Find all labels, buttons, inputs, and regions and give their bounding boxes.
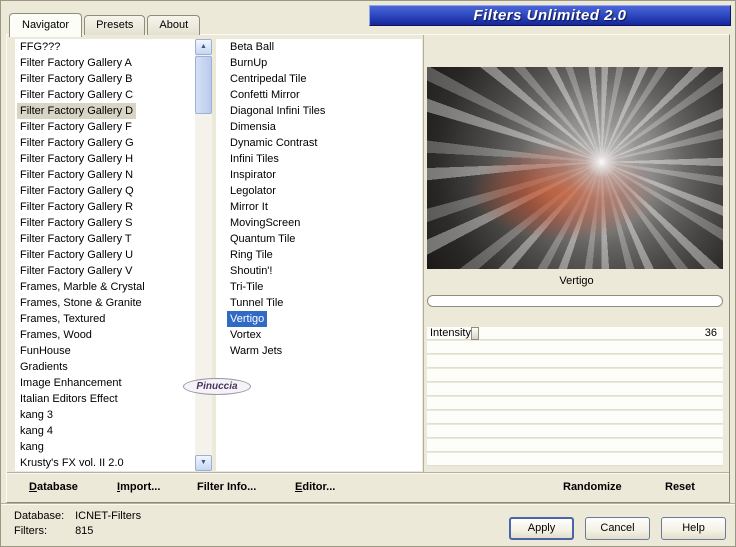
- list-item[interactable]: Inspirator: [227, 167, 279, 183]
- tab-presets[interactable]: Presets: [84, 15, 146, 35]
- slider-value: 36: [704, 327, 717, 339]
- list-item[interactable]: Warm Jets: [227, 343, 285, 359]
- bottom-toolbar: Database Import... Filter Info... Editor…: [7, 472, 729, 502]
- progress-bar: [427, 295, 723, 307]
- watermark: Pinuccia: [183, 378, 251, 395]
- list-item[interactable]: Filter Factory Gallery B: [17, 71, 135, 87]
- list-item[interactable]: Vortex: [227, 327, 264, 343]
- list-item[interactable]: Centripedal Tile: [227, 71, 309, 87]
- list-item[interactable]: Filter Factory Gallery C: [17, 87, 136, 103]
- list-item[interactable]: Filter Factory Gallery S: [17, 215, 135, 231]
- database-status-value: ICNET-Filters: [75, 510, 142, 522]
- empty-slider-row: [427, 397, 723, 410]
- preview-panel: Vertigo Intensity 36: [426, 39, 727, 471]
- scrollbar-thumb[interactable]: [195, 56, 212, 114]
- help-button[interactable]: Help: [661, 517, 726, 540]
- list-item[interactable]: Filter Factory Gallery V: [17, 263, 135, 279]
- list-item[interactable]: Filter Factory Gallery A: [17, 55, 135, 71]
- list-item[interactable]: Ring Tile: [227, 247, 276, 263]
- selected-filter-name: Vertigo: [559, 275, 594, 287]
- category-list: FFG??? Filter Factory Gallery A Filter Fac…: [15, 39, 195, 471]
- slider-thumb[interactable]: [471, 327, 480, 340]
- list-item[interactable]: Filter Factory Gallery N: [17, 167, 136, 183]
- list-item[interactable]: FFG???: [17, 39, 63, 55]
- tab-about[interactable]: About: [147, 15, 201, 35]
- list-item[interactable]: kang 4: [17, 423, 56, 439]
- empty-slider-row: [427, 425, 723, 438]
- list-item[interactable]: Tri-Tile: [227, 279, 266, 295]
- filters-count-value: 815: [75, 525, 94, 537]
- panel-divider: [423, 35, 424, 472]
- list-item[interactable]: Frames, Marble & Crystal: [17, 279, 148, 295]
- filters-count-status: Filters: 815: [14, 525, 93, 537]
- list-item[interactable]: Filter Factory Gallery G: [17, 135, 137, 151]
- cancel-button[interactable]: Cancel: [585, 517, 650, 540]
- scroll-up-icon[interactable]: ▲: [195, 39, 212, 55]
- list-item[interactable]: Legolator: [227, 183, 279, 199]
- list-item[interactable]: Filter Factory Gallery U: [17, 247, 136, 263]
- list-item[interactable]: Dimensia: [227, 119, 279, 135]
- list-item[interactable]: Confetti Mirror: [227, 87, 303, 103]
- list-item[interactable]: FunHouse: [17, 343, 74, 359]
- list-item[interactable]: Infini Tiles: [227, 151, 282, 167]
- plugin-title-bar: Filters Unlimited 2.0: [369, 5, 731, 26]
- empty-slider-row: [427, 341, 723, 354]
- parameter-sliders: Intensity 36: [427, 327, 723, 467]
- filter-info-button[interactable]: Filter Info...: [197, 473, 256, 502]
- list-item[interactable]: Filter Factory Gallery R: [17, 199, 136, 215]
- empty-slider-row: [427, 439, 723, 452]
- list-item[interactable]: Quantum Tile: [227, 231, 298, 247]
- list-item[interactable]: Vertigo: [227, 311, 268, 327]
- list-item[interactable]: Gradients: [17, 359, 71, 375]
- list-item[interactable]: Image Enhancement: [17, 375, 125, 391]
- list-item[interactable]: Shoutin'!: [227, 263, 275, 279]
- import-button[interactable]: Import...: [117, 473, 160, 502]
- list-item[interactable]: Diagonal Infini Tiles: [227, 103, 328, 119]
- scroll-down-icon[interactable]: ▼: [195, 455, 212, 471]
- list-item[interactable]: Filter Factory Gallery F: [17, 119, 135, 135]
- filter-preview-image: [427, 67, 723, 269]
- database-status-label: Database:: [14, 510, 65, 522]
- empty-slider-row: [427, 355, 723, 368]
- empty-slider-row: [427, 369, 723, 382]
- empty-slider-row: [427, 411, 723, 424]
- filter-list: Beta Ball BurnUp Centripedal Tile Confetti …: [216, 39, 422, 471]
- slider-row-intensity[interactable]: Intensity 36: [427, 327, 723, 340]
- list-item[interactable]: Frames, Textured: [17, 311, 108, 327]
- list-item[interactable]: Filter Factory Gallery T: [17, 231, 135, 247]
- list-item[interactable]: BurnUp: [227, 55, 270, 71]
- empty-slider-row: [427, 453, 723, 466]
- slider-label: Intensity: [430, 327, 471, 339]
- list-item[interactable]: kang 3: [17, 407, 56, 423]
- list-item[interactable]: Filter Factory Gallery H: [17, 151, 136, 167]
- list-item[interactable]: Krusty's FX vol. II 2.0: [17, 455, 127, 471]
- list-item[interactable]: Italian Editors Effect: [17, 391, 121, 407]
- filters-count-label: Filters:: [14, 525, 47, 537]
- empty-slider-row: [427, 383, 723, 396]
- randomize-button[interactable]: Randomize: [563, 473, 622, 502]
- tab-strip: Navigator Presets About: [9, 7, 202, 37]
- list-item[interactable]: Frames, Wood: [17, 327, 95, 343]
- list-item[interactable]: MovingScreen: [227, 215, 303, 231]
- status-bar: Database: ICNET-Filters Filters: 815 App…: [1, 503, 735, 546]
- navigator-tab-page: FFG??? Filter Factory Gallery A Filter Fac…: [6, 34, 730, 503]
- tab-navigator[interactable]: Navigator: [9, 13, 83, 37]
- list-item[interactable]: Dynamic Contrast: [227, 135, 320, 151]
- list-item[interactable]: Beta Ball: [227, 39, 277, 55]
- list-item[interactable]: Mirror It: [227, 199, 271, 215]
- list-item[interactable]: Frames, Stone & Granite: [17, 295, 145, 311]
- list-item[interactable]: Tunnel Tile: [227, 295, 286, 311]
- apply-button[interactable]: Apply: [509, 517, 574, 540]
- plugin-title: Filters Unlimited 2.0: [473, 7, 627, 24]
- database-status: Database: ICNET-Filters: [14, 510, 141, 522]
- database-button[interactable]: Database: [29, 473, 78, 502]
- filters-unlimited-window: Navigator Presets About Filters Unlimite…: [0, 0, 736, 547]
- reset-button[interactable]: Reset: [665, 473, 695, 502]
- category-scrollbar[interactable]: ▲ ▼: [195, 39, 212, 471]
- list-item[interactable]: kang: [17, 439, 47, 455]
- list-item[interactable]: Filter Factory Gallery Q: [17, 183, 137, 199]
- editor-button[interactable]: Editor...: [295, 473, 335, 502]
- list-item[interactable]: Filter Factory Gallery D: [17, 103, 137, 119]
